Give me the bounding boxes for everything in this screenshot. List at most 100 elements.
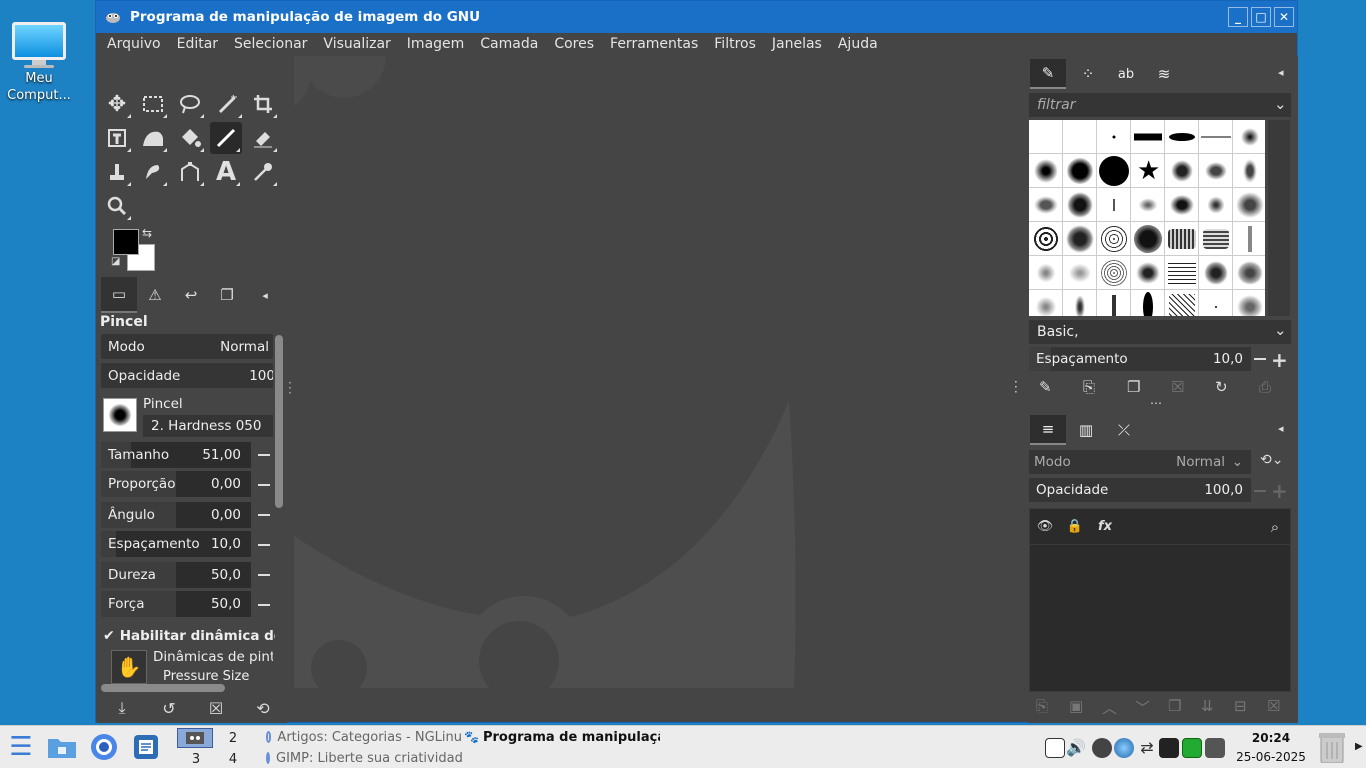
duplicate-layer-icon[interactable]: ❐ [1168,697,1181,715]
rect-select-tool-icon[interactable] [137,88,169,120]
filter-chevron-down-icon[interactable]: ⌄ [1274,95,1287,113]
menu-janelas[interactable]: Janelas [764,36,830,52]
workspace-4[interactable]: 4 [214,749,252,768]
menu-cores[interactable]: Cores [546,36,602,52]
mode-select[interactable]: Modo Normal [101,334,273,359]
edit-brush-icon[interactable]: ✎ [1039,378,1052,396]
brush-cell[interactable] [1199,222,1233,256]
task-gimp-window[interactable]: 🐾 Programa de manipulação [464,727,660,747]
fx-icon[interactable]: fx [1090,519,1120,534]
paths-tool-icon[interactable] [174,156,206,188]
desktop-icon-my-computer[interactable]: Meu Comput... [6,22,72,104]
panel-expand-icon[interactable]: ▶ [1355,741,1363,752]
brush-cell[interactable] [1165,188,1199,222]
brush-cell[interactable] [1199,120,1233,154]
brush-cell[interactable] [1165,120,1199,154]
lock-icon[interactable]: 🔒 [1060,519,1090,534]
new-layer-icon[interactable]: ⎘ [1036,697,1048,715]
text-tool-icon[interactable]: A [210,156,242,188]
brush-cell[interactable] [1233,290,1265,316]
brush-cell[interactable] [1165,256,1199,290]
tool-options-tab-icon[interactable]: ▭ [101,277,137,313]
options-vertical-scrollbar[interactable] [275,335,283,508]
dynamics-checkbox[interactable]: ✔ Habilitar dinâmica de p [103,626,275,646]
delete-layer-icon[interactable]: ☒ [1267,697,1280,715]
menu-arquivo[interactable]: Arquivo [99,36,169,52]
restore-options-icon[interactable]: ↺ [158,697,180,719]
brush-cell[interactable] [1233,222,1265,256]
task-gimp-site[interactable]: GIMP: Liberte sua criatividad [266,748,462,768]
bucket-fill-tool-icon[interactable] [174,122,206,154]
brush-cell[interactable] [1131,188,1165,222]
workspace-3[interactable]: 3 [177,749,215,768]
menu-filtros[interactable]: Filtros [706,36,764,52]
patterns-tab-icon[interactable]: ⁘ [1070,59,1106,89]
workspace-1-active[interactable] [177,728,213,748]
text-editor-icon[interactable] [131,732,161,762]
brush-cell[interactable] [1063,222,1097,256]
dynamics-value[interactable]: Pressure Size [153,669,273,685]
brush-cell[interactable] [1029,222,1063,256]
menu-visualizar[interactable]: Visualizar [315,36,398,52]
open-brush-icon[interactable]: ⎙ [1259,378,1271,396]
mask-layer-icon[interactable]: ⊟ [1234,697,1247,715]
crop-tool-icon[interactable] [247,88,279,120]
warp-transform-tool-icon[interactable] [137,122,169,154]
channels-tab-icon[interactable]: ▥ [1068,415,1104,445]
brush-spacing-minus-icon[interactable] [1254,358,1266,360]
brush-cell[interactable] [1131,256,1165,290]
reset-options-icon[interactable]: ⟲ [252,697,274,719]
set-chevron-down-icon[interactable]: ⌄ [1274,321,1287,339]
brush-cell[interactable] [1097,222,1131,256]
paths-tab-icon[interactable]: ⤫ [1106,415,1142,445]
visibility-eye-icon[interactable]: 👁 [1030,519,1060,534]
layer-opacity-minus-icon[interactable] [1254,490,1266,492]
brush-cell[interactable] [1097,256,1131,290]
pane-separator-handle[interactable]: ⋯ [1150,396,1162,410]
menu-ajuda[interactable]: Ajuda [830,36,886,52]
switch-mode-icon[interactable]: ⟲⌄ [1260,452,1283,468]
force-slider[interactable]: Força 50,0 [101,591,251,617]
menu-selecionar[interactable]: Selecionar [226,36,315,52]
close-button[interactable]: ✕ [1274,7,1294,27]
brush-cell[interactable] [1233,256,1265,290]
delete-options-icon[interactable]: ☒ [205,697,227,719]
brush-cell[interactable] [1063,188,1097,222]
merge-layer-icon[interactable]: ⇊ [1201,697,1214,715]
paintbrush-tool-icon[interactable] [210,122,242,154]
file-manager-icon[interactable] [47,732,77,762]
dynamics-preview-icon[interactable]: ✋ [111,650,147,684]
network-tray-icon[interactable] [1114,738,1134,758]
brush-cell[interactable] [1233,120,1265,154]
force-minus-icon[interactable] [258,604,270,606]
fonts-tab-icon[interactable]: ab [1108,59,1144,89]
left-dock-handle[interactable]: · · · [288,377,292,399]
menu-ferramentas[interactable]: Ferramentas [602,36,706,52]
brush-cell[interactable] [1233,188,1265,222]
lower-layer-icon[interactable]: ﹀ [1135,697,1150,718]
ratio-minus-icon[interactable] [258,484,270,486]
foreground-color-swatch[interactable] [113,229,139,255]
monitor-tray-icon[interactable] [1182,738,1202,758]
trash-icon[interactable] [1318,731,1346,764]
brush-cell[interactable] [1063,154,1097,188]
menu-imagem[interactable]: Imagem [399,36,472,52]
unified-transform-tool-icon[interactable] [101,122,133,154]
brush-set-select[interactable]: Basic, [1029,320,1291,344]
layer-mode-select[interactable]: Modo Normal ⌄ [1029,450,1251,474]
transfer-tray-icon[interactable]: ⇄ [1137,738,1157,758]
title-bar[interactable]: Programa de manipulação de imagem do GNU… [96,1,1297,33]
smudge-tool-icon[interactable] [137,156,169,188]
terminal-tray-icon[interactable] [1159,738,1179,758]
brush-cell[interactable] [1029,290,1063,316]
brush-cell[interactable] [1199,154,1233,188]
save-options-icon[interactable]: ⤓ [111,697,133,719]
task-artigos[interactable]: Artigos: Categorias - NGLinu [266,727,462,747]
brush-cell[interactable] [1029,256,1063,290]
dock-menu-icon[interactable]: ◂ [247,277,283,313]
angle-slider[interactable]: Ângulo 0,00 [101,502,251,528]
layer-search-icon[interactable]: ⌕ [1260,518,1290,536]
menu-camada[interactable]: Camada [472,36,546,52]
spacing-minus-icon[interactable] [258,544,270,546]
brush-cell[interactable] [1063,256,1097,290]
